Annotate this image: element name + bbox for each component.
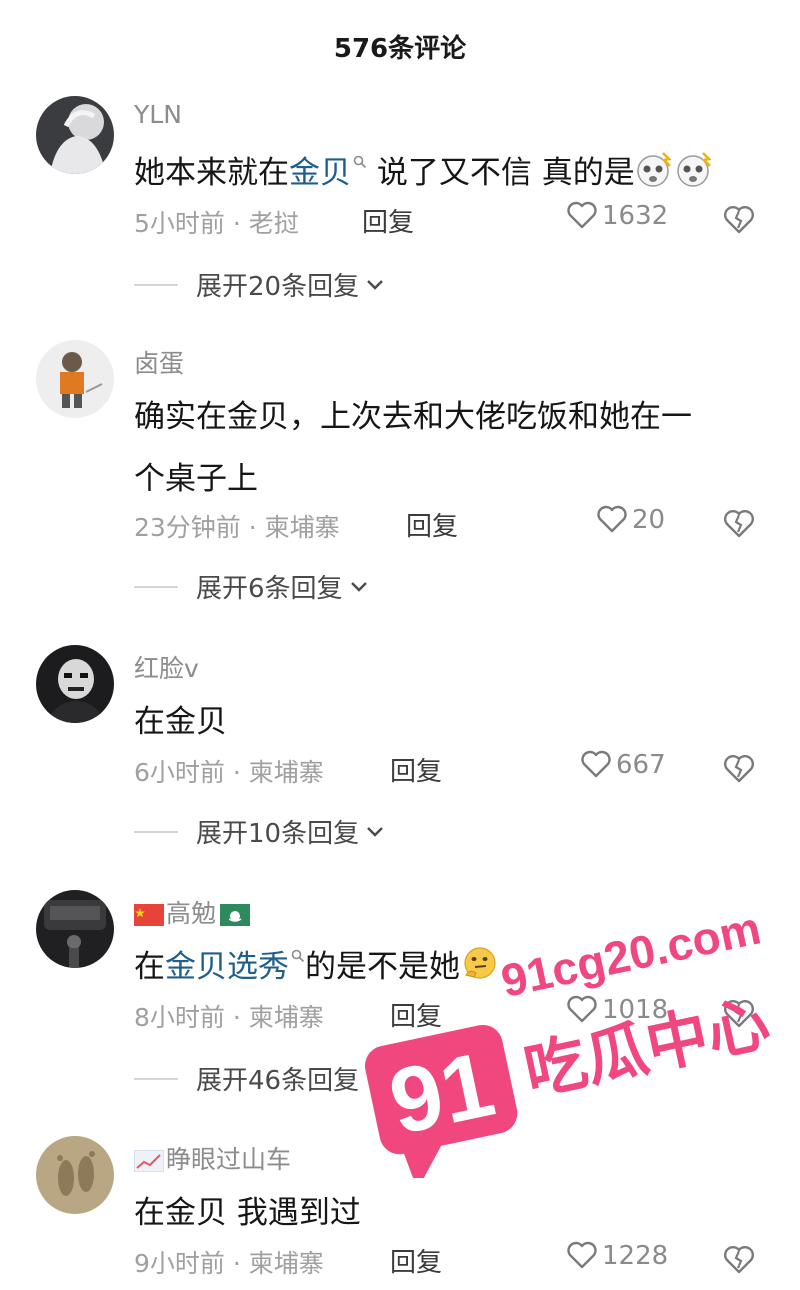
heart-icon bbox=[581, 750, 611, 778]
heart-icon bbox=[567, 995, 597, 1023]
reply-button[interactable]: 回复 bbox=[390, 1242, 442, 1279]
expand-replies-label: 展开46条回复 bbox=[196, 1066, 360, 1096]
keyword-label: 金贝选秀 bbox=[165, 949, 289, 985]
reply-button[interactable]: 回复 bbox=[390, 996, 442, 1033]
comment-time: 9小时前 bbox=[134, 1249, 225, 1278]
comment-location: 柬埔寨 bbox=[264, 513, 340, 542]
comment-text: 在金贝 bbox=[134, 704, 227, 740]
china-flag-icon bbox=[134, 904, 164, 926]
broken-heart-icon[interactable] bbox=[722, 1242, 756, 1276]
expand-replies-label: 展开6条回复 bbox=[196, 574, 343, 604]
search-icon bbox=[353, 155, 367, 169]
like-count: 1228 bbox=[602, 1241, 669, 1271]
divider bbox=[134, 585, 178, 588]
comment-meta: 23分钟前 · 柬埔寨 bbox=[134, 513, 340, 542]
comment-text: 她本来就在金贝 说了又不信 真的是 bbox=[134, 142, 764, 204]
comment-item: YLN 她本来就在金贝 说了又不信 真的是 5小时前 · 老挝 回复 1632 … bbox=[0, 96, 800, 336]
comment-count-title: 576条评论 bbox=[333, 34, 467, 64]
comment-text-line: 个桌子上 bbox=[134, 461, 258, 497]
comment-item: 高勉 在金贝选秀 的是不是她 8小时前 · 柬埔寨 回复 1018 展开46条回复 bbox=[0, 890, 800, 1130]
avatar[interactable] bbox=[36, 1136, 114, 1214]
divider bbox=[134, 1077, 178, 1080]
expand-replies-label: 展开10条回复 bbox=[196, 819, 360, 849]
like-count: 20 bbox=[632, 505, 666, 535]
search-icon bbox=[291, 949, 305, 963]
comment-meta: 5小时前 · 老挝 bbox=[134, 209, 299, 238]
comment-username[interactable]: 睁眼过山车 bbox=[134, 1140, 291, 1176]
search-keyword-link[interactable]: 金贝选秀 bbox=[165, 949, 305, 985]
like-button[interactable]: 1632 bbox=[566, 200, 686, 231]
chevron-down-icon bbox=[367, 826, 383, 837]
like-count: 667 bbox=[616, 750, 666, 780]
expand-replies-button[interactable]: 展开20条回复 bbox=[134, 266, 385, 306]
comment-meta: 6小时前 · 柬埔寨 bbox=[134, 758, 324, 787]
search-keyword-link[interactable]: 金贝 bbox=[289, 155, 367, 191]
heart-icon bbox=[597, 505, 627, 533]
chevron-down-icon bbox=[367, 1073, 383, 1084]
comment-text-part: 在 bbox=[134, 949, 165, 985]
comment-time: 5小时前 bbox=[134, 209, 225, 238]
heart-icon bbox=[567, 1241, 597, 1269]
broken-heart-icon[interactable] bbox=[722, 202, 756, 236]
comment-location: 柬埔寨 bbox=[248, 1249, 324, 1278]
comment-location: 柬埔寨 bbox=[248, 1003, 324, 1032]
avatar[interactable] bbox=[36, 96, 114, 174]
comment-text: 确实在金贝，上次去和大佬吃饭和她在一 个桌子上 bbox=[134, 386, 764, 510]
like-button[interactable]: 667 bbox=[580, 749, 700, 780]
avatar[interactable] bbox=[36, 890, 114, 968]
expand-replies-button[interactable]: 展开10条回复 bbox=[134, 813, 385, 853]
comment-text-part: 的是不是她 bbox=[305, 949, 460, 985]
comment-text-part: 她本来就在 bbox=[134, 155, 289, 191]
comment-item: 卤蛋 确实在金贝，上次去和大佬吃饭和她在一 个桌子上 23分钟前 · 柬埔寨 回复… bbox=[0, 340, 800, 610]
comment-item: 红脸v 在金贝 6小时前 · 柬埔寨 回复 667 展开10条回复 bbox=[0, 645, 800, 885]
like-button[interactable]: 20 bbox=[596, 504, 716, 535]
broken-heart-icon[interactable] bbox=[722, 751, 756, 785]
comment-text-line: 确实在金贝，上次去和大佬吃饭和她在一 bbox=[134, 399, 692, 435]
reply-button[interactable]: 回复 bbox=[390, 751, 442, 788]
expand-replies-button[interactable]: 展开46条回复 bbox=[134, 1060, 385, 1100]
heart-icon bbox=[567, 201, 597, 229]
shocked-emoji-icon bbox=[636, 152, 672, 187]
comment-location: 柬埔寨 bbox=[248, 758, 324, 787]
thinking-emoji-icon bbox=[464, 947, 496, 979]
like-button[interactable]: 1018 bbox=[566, 994, 686, 1025]
expand-replies-label: 展开20条回复 bbox=[196, 272, 360, 302]
comment-username[interactable]: 高勉 bbox=[134, 894, 252, 930]
comment-username[interactable]: 卤蛋 bbox=[134, 344, 184, 380]
macau-flag-icon bbox=[220, 904, 251, 926]
chevron-down-icon bbox=[367, 279, 383, 290]
chart-badge-icon bbox=[134, 1150, 164, 1172]
like-count: 1632 bbox=[602, 201, 669, 231]
comment-time: 6小时前 bbox=[134, 758, 225, 787]
keyword-label: 金贝 bbox=[289, 155, 351, 191]
comment-meta: 9小时前 · 柬埔寨 bbox=[134, 1249, 324, 1278]
chevron-down-icon bbox=[350, 581, 367, 592]
comment-username[interactable]: 红脸v bbox=[134, 649, 199, 685]
comment-text-part: 说了又不信 真的是 bbox=[367, 155, 635, 191]
avatar[interactable] bbox=[36, 645, 114, 723]
comment-location: 老挝 bbox=[248, 209, 299, 238]
expand-replies-button[interactable]: 展开6条回复 bbox=[134, 568, 369, 608]
comment-item: 睁眼过山车 在金贝 我遇到过 9小时前 · 柬埔寨 回复 1228 bbox=[0, 1136, 800, 1286]
reply-button[interactable]: 回复 bbox=[406, 506, 458, 543]
like-button[interactable]: 1228 bbox=[566, 1240, 686, 1271]
avatar[interactable] bbox=[36, 340, 114, 418]
reply-button[interactable]: 回复 bbox=[362, 202, 414, 239]
comment-time: 23分钟前 bbox=[134, 513, 241, 542]
comment-text: 在金贝 我遇到过 bbox=[134, 1195, 361, 1231]
broken-heart-icon[interactable] bbox=[722, 996, 756, 1030]
comment-text: 在金贝选秀 的是不是她 bbox=[134, 936, 764, 998]
comment-time: 8小时前 bbox=[134, 1003, 225, 1032]
username-label: 睁眼过山车 bbox=[166, 1145, 292, 1174]
like-count: 1018 bbox=[602, 995, 669, 1025]
comments-header: 576条评论 bbox=[0, 0, 800, 92]
comment-username[interactable]: YLN bbox=[134, 100, 182, 129]
username-label: 高勉 bbox=[166, 899, 217, 928]
comment-meta: 8小时前 · 柬埔寨 bbox=[134, 1003, 324, 1032]
broken-heart-icon[interactable] bbox=[722, 506, 756, 540]
divider bbox=[134, 283, 178, 286]
shocked-emoji-icon bbox=[676, 152, 712, 187]
divider bbox=[134, 830, 178, 833]
